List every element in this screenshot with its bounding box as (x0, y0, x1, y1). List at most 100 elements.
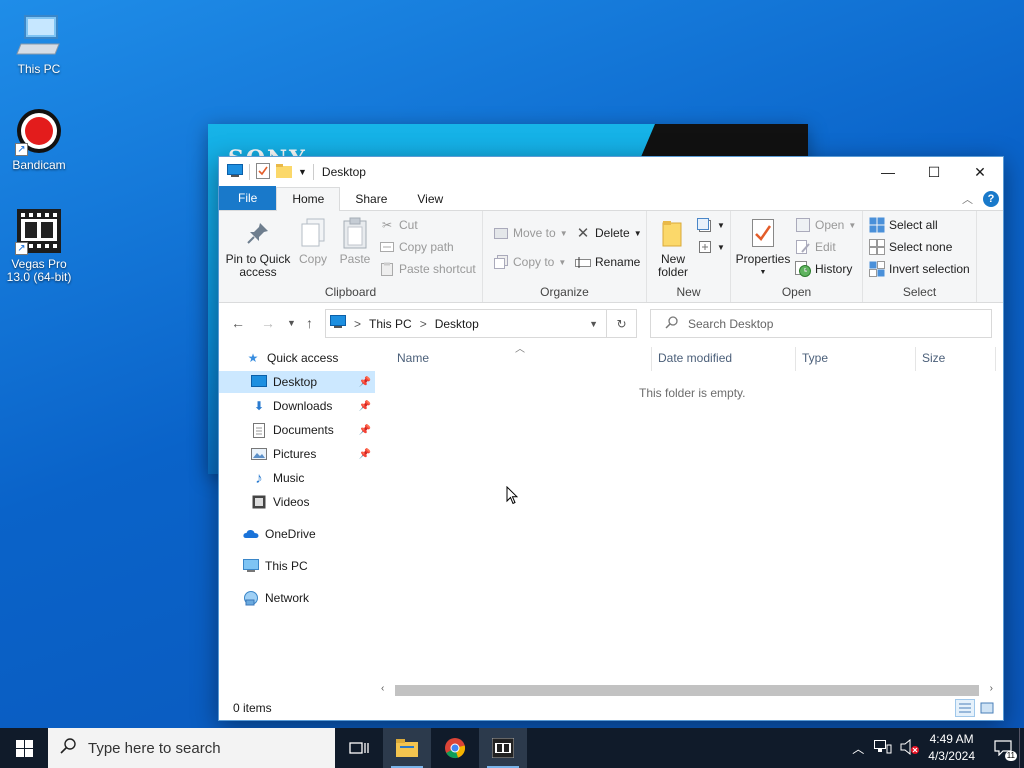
invert-selection-button[interactable]: Invert selection (869, 261, 970, 277)
network-icon[interactable] (874, 739, 892, 757)
breadcrumb-desktop[interactable]: Desktop (435, 317, 479, 331)
column-header-type[interactable]: Type (802, 351, 828, 365)
new-folder-qa-icon[interactable] (276, 163, 292, 181)
nav-item-onedrive[interactable]: OneDrive (219, 523, 375, 545)
address-field[interactable]: > This PC > Desktop ▼ (325, 309, 607, 338)
properties-button[interactable]: Properties ▼ (735, 217, 791, 279)
new-item-button[interactable]: ▼ (697, 217, 725, 233)
tab-file[interactable]: File (219, 186, 277, 210)
help-icon[interactable]: ? (983, 191, 999, 207)
tab-home[interactable]: Home (276, 187, 341, 211)
clock[interactable]: 4:49 AM 4/3/2024 (928, 731, 975, 765)
forward-arrow-icon[interactable]: → (261, 315, 275, 331)
file-list[interactable]: ︿ Name Date modified Type Size This fold… (379, 343, 1003, 683)
breadcrumb-separator: > (354, 316, 362, 331)
scrollbar-thumb[interactable] (395, 685, 979, 696)
copy-path-label: Copy path (399, 240, 454, 254)
nav-item-network[interactable]: Network (219, 587, 375, 609)
copy-label: Copy (298, 252, 327, 266)
cut-button[interactable]: ✂ Cut (379, 217, 418, 233)
column-header-size[interactable]: Size (922, 351, 945, 365)
task-view-button[interactable] (335, 728, 383, 768)
tab-share[interactable]: Share (340, 188, 402, 210)
edit-button[interactable]: Edit (795, 239, 836, 255)
refresh-button[interactable]: ↻ (607, 309, 637, 338)
start-button[interactable] (0, 728, 48, 768)
taskbar-file-explorer[interactable] (383, 728, 431, 768)
nav-item-quick-access[interactable]: ★ Quick access (219, 347, 375, 369)
nav-item-desktop[interactable]: Desktop 📌 (219, 371, 375, 393)
clock-time: 4:49 AM (929, 732, 974, 746)
mouse-cursor-icon (506, 485, 519, 508)
close-button[interactable]: ✕ (957, 157, 1003, 187)
open-button[interactable]: Open ▼ (795, 217, 856, 233)
clipboard-group: Pin to Quick access Copy Paste ✂ Cut Cop… (219, 211, 483, 302)
search-input[interactable]: Search Desktop (650, 309, 992, 338)
easy-access-button[interactable]: ▼ (697, 239, 725, 255)
desktop-icon-bandicam[interactable]: ↗ Bandicam (1, 108, 77, 172)
select-none-icon (869, 239, 885, 255)
address-dropdown-chevron-icon[interactable]: ▼ (589, 319, 598, 329)
volume-muted-icon[interactable] (900, 738, 920, 758)
details-view-button[interactable] (955, 699, 975, 717)
column-divider[interactable] (915, 347, 916, 371)
tab-view[interactable]: View (402, 188, 458, 210)
history-button[interactable]: History (795, 261, 852, 277)
column-divider[interactable] (651, 347, 652, 371)
column-divider[interactable] (795, 347, 796, 371)
notification-center-button[interactable]: 11 (987, 728, 1019, 768)
chevron-down-icon: ▼ (717, 242, 725, 252)
properties-icon (747, 217, 779, 249)
taskbar-chrome[interactable] (431, 728, 479, 768)
nav-item-videos[interactable]: Videos (219, 491, 375, 513)
new-folder-button[interactable]: New folder (651, 217, 695, 279)
minimize-button[interactable]: — (865, 157, 911, 187)
nav-item-documents[interactable]: Documents 📌 (219, 419, 375, 441)
pin-icon[interactable]: 📌 (359, 377, 371, 388)
column-divider[interactable] (995, 347, 996, 371)
collapse-ribbon-chevron-icon[interactable]: ︿ (962, 191, 973, 207)
breadcrumb-this-pc[interactable]: This PC (369, 317, 412, 331)
copy-button[interactable]: Copy (295, 217, 331, 266)
desktop-icon-this-pc[interactable]: This PC (1, 12, 77, 76)
nav-item-music[interactable]: ♪ Music (219, 467, 375, 489)
select-all-button[interactable]: Select all (869, 217, 938, 233)
select-none-button[interactable]: Select none (869, 239, 952, 255)
horizontal-scrollbar[interactable]: ‹ › (379, 683, 995, 697)
move-to-button[interactable]: Move to ▼ (493, 225, 568, 241)
copy-to-button[interactable]: Copy to ▼ (493, 254, 566, 270)
open-label: Open (815, 218, 845, 232)
desktop-icon-vegas-pro[interactable]: ↗ Vegas Pro 13.0 (64-bit) (1, 207, 77, 284)
nav-item-downloads[interactable]: ⬇ Downloads 📌 (219, 395, 375, 417)
rename-button[interactable]: Rename (575, 254, 640, 270)
file-explorer-window[interactable]: ▼ Desktop — ☐ ✕ File Home Share View ︿ ?… (218, 156, 1004, 721)
back-arrow-icon[interactable]: ← (231, 315, 245, 331)
paste-shortcut-button[interactable]: Paste shortcut (379, 261, 476, 277)
column-header-name[interactable]: Name (397, 351, 429, 365)
pin-icon[interactable]: 📌 (359, 425, 371, 436)
qa-customize-chevron-icon[interactable]: ▼ (298, 167, 307, 177)
taskbar-search-box[interactable]: Type here to search (48, 728, 335, 768)
scroll-right-chevron-icon[interactable]: › (990, 683, 993, 694)
chevron-down-icon: ▼ (848, 220, 857, 230)
nav-item-pictures[interactable]: Pictures 📌 (219, 443, 375, 465)
maximize-button[interactable]: ☐ (911, 157, 957, 187)
show-hidden-icons-chevron-icon[interactable]: ︿ (852, 740, 864, 757)
paste-button[interactable]: Paste (335, 217, 375, 266)
nav-item-this-pc[interactable]: This PC (219, 555, 375, 577)
large-icons-view-button[interactable] (977, 699, 997, 717)
recent-locations-chevron-icon[interactable]: ▼ (287, 318, 296, 328)
properties-qa-icon[interactable] (256, 162, 270, 182)
show-desktop-button[interactable] (1019, 728, 1024, 768)
delete-button[interactable]: ✕ Delete ▼ (575, 225, 642, 242)
pin-to-quick-access-button[interactable]: Pin to Quick access (225, 217, 291, 279)
title-bar[interactable]: ▼ Desktop — ☐ ✕ (219, 157, 1003, 187)
pin-icon[interactable]: 📌 (359, 401, 371, 412)
open-icon (795, 217, 811, 233)
copy-path-button[interactable]: Copy path (379, 239, 454, 255)
up-arrow-icon[interactable]: ↑ (306, 315, 313, 331)
column-header-date-modified[interactable]: Date modified (658, 351, 732, 365)
pin-icon[interactable]: 📌 (359, 449, 371, 460)
scroll-left-chevron-icon[interactable]: ‹ (381, 683, 384, 694)
taskbar-vegas-pro[interactable] (479, 728, 527, 768)
